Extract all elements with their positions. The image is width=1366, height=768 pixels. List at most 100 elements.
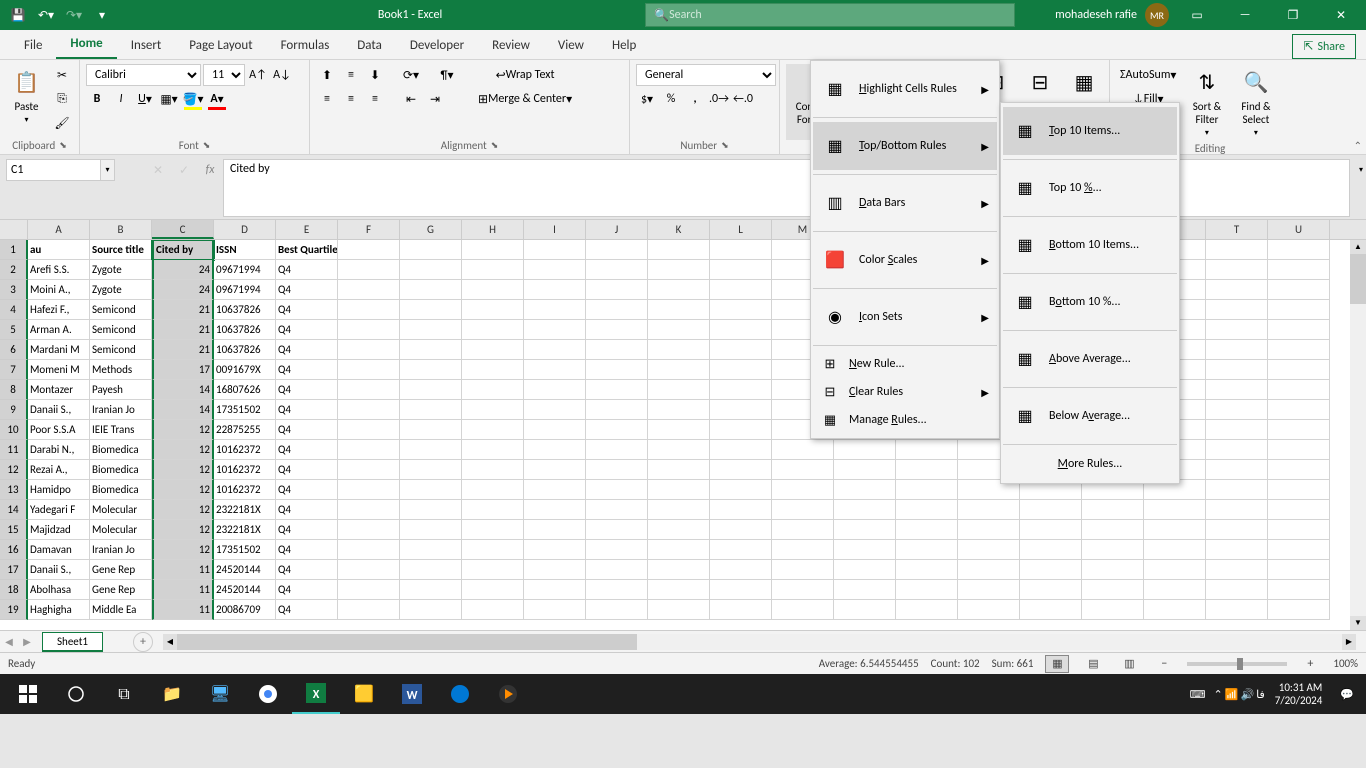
cell-C16[interactable]: 12 [152,540,214,560]
cell-D16[interactable]: 17351502 [214,540,276,560]
vscroll-thumb[interactable] [1350,254,1366,304]
cell-F9[interactable] [338,400,400,420]
cell-D11[interactable]: 10162372 [214,440,276,460]
cell-O16[interactable] [896,540,958,560]
page-layout-view-button[interactable]: ▤ [1081,655,1105,673]
cell-P19[interactable] [958,600,1020,620]
tray-volume-icon[interactable]: 🔊 [1240,688,1254,701]
cell-K3[interactable] [648,280,710,300]
cell-F16[interactable] [338,540,400,560]
cell-D10[interactable]: 22875255 [214,420,276,440]
cell-K13[interactable] [648,480,710,500]
tray-input-button[interactable]: ⌨ [1184,674,1212,714]
cell-J3[interactable] [586,280,648,300]
expand-formula-bar[interactable]: ▾ [1350,159,1366,181]
cell-C7[interactable]: 17 [152,360,214,380]
cell-F14[interactable] [338,500,400,520]
cell-T14[interactable] [1206,500,1268,520]
cell-O14[interactable] [896,500,958,520]
cell-O19[interactable] [896,600,958,620]
cell-J10[interactable] [586,420,648,440]
cell-F19[interactable] [338,600,400,620]
cell-U17[interactable] [1268,560,1330,580]
cell-E6[interactable]: Q4 [276,340,338,360]
cell-L8[interactable] [710,380,772,400]
cell-H7[interactable] [462,360,524,380]
cell-U7[interactable] [1268,360,1330,380]
cell-E15[interactable]: Q4 [276,520,338,540]
cell-E13[interactable]: Q4 [276,480,338,500]
cell-A15[interactable]: Majidzad [28,520,90,540]
cell-H3[interactable] [462,280,524,300]
cell-K15[interactable] [648,520,710,540]
cell-F8[interactable] [338,380,400,400]
cell-H6[interactable] [462,340,524,360]
cell-N19[interactable] [834,600,896,620]
cell-L16[interactable] [710,540,772,560]
cell-L6[interactable] [710,340,772,360]
cell-T7[interactable] [1206,360,1268,380]
above-average-item[interactable]: ▦ Above Average... [1003,335,1177,383]
cell-F17[interactable] [338,560,400,580]
cell-C8[interactable]: 14 [152,380,214,400]
cell-K9[interactable] [648,400,710,420]
cell-S16[interactable] [1144,540,1206,560]
cell-J2[interactable] [586,260,648,280]
cell-S14[interactable] [1144,500,1206,520]
cell-U14[interactable] [1268,500,1330,520]
bold-button[interactable]: B [86,88,108,110]
cell-G4[interactable] [400,300,462,320]
top-10-percent-item[interactable]: ▦ Top 10 %... [1003,164,1177,212]
cell-J16[interactable] [586,540,648,560]
cell-H17[interactable] [462,560,524,580]
cell-C5[interactable]: 21 [152,320,214,340]
row-header-2[interactable]: 2 [0,260,28,280]
find-select-button[interactable]: 🔍Find & Select▾ [1233,64,1278,140]
task-view-button[interactable]: ⧉ [100,674,148,714]
cell-B5[interactable]: Semicond [90,320,152,340]
cell-J4[interactable] [586,300,648,320]
cell-L15[interactable] [710,520,772,540]
cell-K18[interactable] [648,580,710,600]
cell-J5[interactable] [586,320,648,340]
row-header-1[interactable]: 1 [0,240,28,260]
cell-I18[interactable] [524,580,586,600]
cell-J9[interactable] [586,400,648,420]
cell-Q14[interactable] [1020,500,1082,520]
increase-decimal-button[interactable]: .0→ [708,88,730,110]
highlight-cells-rules-item[interactable]: ▦ Highlight Cells Rules ▶ [813,65,997,113]
cell-D14[interactable]: 2322181X [214,500,276,520]
cell-A17[interactable]: Danaii S., [28,560,90,580]
cell-B9[interactable]: Iranian Jo [90,400,152,420]
cell-K12[interactable] [648,460,710,480]
cell-I1[interactable] [524,240,586,260]
edge-button[interactable] [436,674,484,714]
font-launcher[interactable]: ⬊ [203,140,211,151]
cell-L12[interactable] [710,460,772,480]
cell-J19[interactable] [586,600,648,620]
tab-insert[interactable]: Insert [117,32,176,59]
cell-N14[interactable] [834,500,896,520]
align-center-button[interactable]: ≡ [340,88,362,110]
cell-A16[interactable]: Damavan [28,540,90,560]
row-header-13[interactable]: 13 [0,480,28,500]
orientation-button[interactable]: ⟳▾ [400,64,422,86]
tray-expand-button[interactable]: ⌃ [1214,688,1223,701]
share-button[interactable]: ⇱ Share [1292,34,1356,59]
cell-N15[interactable] [834,520,896,540]
cell-L18[interactable] [710,580,772,600]
cell-A7[interactable]: Momeni M [28,360,90,380]
italic-button[interactable]: I [110,88,132,110]
cell-K8[interactable] [648,380,710,400]
align-left-button[interactable]: ≡ [316,88,338,110]
cell-B7[interactable]: Methods [90,360,152,380]
cell-E11[interactable]: Q4 [276,440,338,460]
cell-A10[interactable]: Poor S.S.A [28,420,90,440]
cell-C18[interactable]: 11 [152,580,214,600]
cell-Q16[interactable] [1020,540,1082,560]
cell-D17[interactable]: 24520144 [214,560,276,580]
cell-G1[interactable] [400,240,462,260]
cell-G5[interactable] [400,320,462,340]
cell-U16[interactable] [1268,540,1330,560]
font-color-button[interactable]: A▾ [206,88,228,110]
